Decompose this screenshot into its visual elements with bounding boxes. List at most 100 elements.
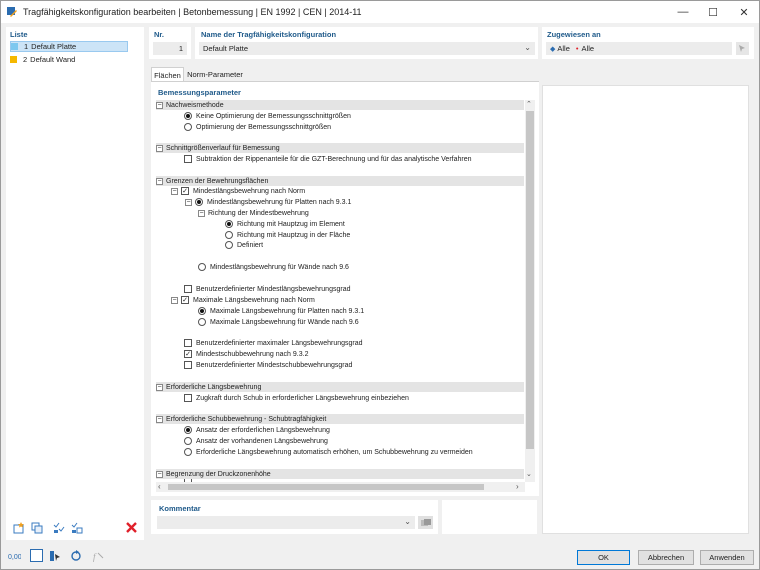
title-bar: Tragfähigkeitskonfiguration bearbeiten |…: [1, 1, 759, 23]
group-label: Erforderliche Schubbewehrung - Schubtrag…: [166, 415, 327, 423]
radio-ansatz-erforderlich[interactable]: Ansatz der erforderlichen Längsbewehrung: [184, 425, 330, 435]
assign-label: Zugewiesen an: [547, 30, 601, 39]
option-label: Erforderliche Längsbewehrung automatisch…: [196, 448, 473, 456]
option-label: Maximale Längsbewehrung für Platten nach…: [210, 307, 365, 315]
refresh-icon[interactable]: [69, 549, 82, 562]
option-label: Mindestschubbewehrung nach 9.3.2: [196, 350, 309, 358]
delete-icon[interactable]: [125, 521, 138, 534]
scroll-right-icon[interactable]: ›: [516, 482, 519, 491]
radio-mindest-waende[interactable]: Mindestlängsbewehrung für Wände nach 9.6: [198, 262, 349, 272]
scroll-left-icon[interactable]: ‹: [158, 482, 161, 491]
checkbox-mindestlaengsbewehrung[interactable]: − ✓ Mindestlängsbewehrung nach Norm: [171, 186, 305, 196]
params-header: Bemessungsparameter: [158, 88, 241, 97]
group-label: Begrenzung der Druckzonenhöhe: [166, 470, 271, 478]
collapse-icon[interactable]: −: [171, 296, 178, 304]
view-icon[interactable]: [30, 549, 43, 562]
checkbox-mindestschub[interactable]: ✓ Mindestschubbewehrung nach 9.3.2: [184, 349, 308, 359]
group-erforderliche-laengs[interactable]: − Erforderliche Längsbewehrung: [156, 382, 524, 392]
apply-button[interactable]: Anwenden: [700, 550, 754, 565]
radio-automatisch-erhoehen[interactable]: Erforderliche Längsbewehrung automatisch…: [184, 447, 524, 457]
group-grenzen-bewehrung[interactable]: − Grenzen der Bewehrungsflächen: [156, 176, 524, 186]
collapse-icon[interactable]: −: [156, 470, 163, 478]
name-value: Default Platte: [203, 44, 249, 53]
scroll-thumb[interactable]: [168, 484, 484, 490]
collapse-icon[interactable]: −: [171, 187, 178, 195]
checkbox-benutzer-schub[interactable]: Benutzerdefinierter Mindestschubbewehrun…: [184, 360, 352, 370]
collapse-icon[interactable]: −: [156, 415, 163, 423]
new-item-icon[interactable]: [12, 521, 25, 534]
comment-field[interactable]: ⌄: [157, 516, 415, 529]
point-icon: •: [575, 44, 579, 53]
radio-keine-optimierung[interactable]: Keine Optimierung der Bemessungsschnittg…: [184, 111, 351, 121]
radio-ansatz-vorhanden[interactable]: Ansatz der vorhandenen Längsbewehrung: [184, 436, 328, 446]
radio-max-platten[interactable]: Maximale Längsbewehrung für Platten nach…: [198, 306, 364, 316]
radio-definiert[interactable]: Definiert: [225, 240, 263, 250]
option-label: Mindestlängsbewehrung nach Norm: [193, 187, 306, 195]
uncheck-list-icon[interactable]: [70, 521, 83, 534]
assign-field[interactable]: ◆ Alle • Alle: [546, 42, 732, 55]
preview-panel: [542, 85, 749, 534]
option-label: Benutzerdefinierter maximaler Längsbeweh…: [196, 339, 363, 347]
units-icon[interactable]: 0,00: [8, 549, 21, 562]
select-objects-icon[interactable]: [736, 42, 749, 55]
group-erforderliche-schub[interactable]: − Erforderliche Schubbewehrung - Schubtra…: [156, 414, 524, 424]
subgroup-richtung[interactable]: − Richtung der Mindestbewehrung: [198, 208, 309, 218]
assign-panel: Zugewiesen an ◆ Alle • Alle: [542, 27, 754, 59]
name-field[interactable]: Default Platte ⌄: [199, 42, 535, 55]
dialog-window: Tragfähigkeitskonfiguration bearbeiten |…: [0, 0, 760, 570]
radio-richtung-element[interactable]: Richtung mit Hauptzug im Element: [225, 219, 345, 229]
group-schnittgroessenverlauf[interactable]: − Schnittgrößenverlauf für Bemessung: [156, 143, 524, 153]
function-icon[interactable]: f: [91, 549, 104, 562]
checkbox-zugkraft[interactable]: Zugkraft durch Schub in erforderlicher L…: [184, 393, 409, 403]
vertical-scrollbar[interactable]: ⌃ ⌄: [525, 100, 535, 482]
group-label: Schnittgrößenverlauf für Bemessung: [166, 144, 280, 152]
option-label: Maximale Längsbewehrung nach Norm: [193, 296, 315, 304]
ok-button[interactable]: OK: [577, 550, 630, 565]
tab-norm-parameter[interactable]: Norm-Parameter: [185, 67, 245, 81]
color-swatch: [11, 43, 18, 50]
comment-library-icon[interactable]: [418, 516, 433, 529]
horizontal-scrollbar[interactable]: ‹ ›: [156, 482, 525, 492]
checkbox-rippenanteile[interactable]: Subtraktion der Rippenanteile für die GZ…: [184, 154, 472, 164]
chevron-down-icon[interactable]: ⌄: [524, 43, 531, 52]
svg-text:0,00: 0,00: [8, 554, 21, 561]
list-item-number: 2: [23, 55, 28, 64]
close-window-button[interactable]: ✕: [729, 1, 759, 23]
collapse-icon[interactable]: −: [198, 209, 205, 217]
option-label: Keine Optimierung der Bemessungsschnittg…: [196, 112, 351, 120]
scroll-thumb[interactable]: [526, 111, 534, 449]
chevron-down-icon[interactable]: ⌄: [404, 517, 411, 526]
radio-max-waende[interactable]: Maximale Längsbewehrung für Wände nach 9…: [198, 317, 359, 327]
name-label: Name der Tragfähigkeitskonfiguration: [201, 30, 337, 39]
collapse-icon[interactable]: −: [156, 101, 163, 109]
cancel-button[interactable]: Abbrechen: [638, 550, 694, 565]
collapse-icon[interactable]: −: [156, 383, 163, 391]
radio-mindest-platten[interactable]: − Mindestlängsbewehrung für Platten nach …: [185, 197, 351, 207]
scroll-down-icon[interactable]: ⌄: [526, 470, 532, 478]
radio-optimierung[interactable]: Optimierung der Bemessungsschnittgrößen: [184, 122, 331, 132]
nr-field: 1: [153, 42, 187, 55]
list-item-number: 1: [24, 42, 29, 51]
radio-richtung-flaeche[interactable]: Richtung mit Hauptzug in der Fläche: [225, 230, 350, 240]
tab-flaechen[interactable]: Flächen: [151, 67, 184, 82]
comment-label: Kommentar: [159, 504, 201, 513]
collapse-icon[interactable]: −: [156, 177, 163, 185]
copy-item-icon[interactable]: [30, 521, 43, 534]
list-panel: Liste 1 Default Platte 2 Default Wand: [6, 27, 144, 540]
option-label: Mindestlängsbewehrung für Platten nach 9…: [207, 198, 352, 206]
app-icon: [7, 7, 17, 17]
list-item[interactable]: 2 Default Wand: [10, 54, 128, 65]
select-icon[interactable]: [48, 549, 61, 562]
group-nachweismethode[interactable]: − Nachweismethode: [156, 100, 524, 110]
checkbox-maximale-laengs[interactable]: − ✓ Maximale Längsbewehrung nach Norm: [171, 295, 315, 305]
checkbox-benutzer-max[interactable]: Benutzerdefinierter maximaler Längsbeweh…: [184, 338, 363, 348]
group-druckzonenhoehe[interactable]: − Begrenzung der Druckzonenhöhe: [156, 469, 524, 479]
checkbox-benutzer-mindest[interactable]: Benutzerdefinierter Mindestlängsbewehrun…: [184, 284, 350, 294]
scroll-up-icon[interactable]: ⌃: [526, 100, 532, 108]
check-list-icon[interactable]: [52, 521, 65, 534]
list-item[interactable]: 1 Default Platte: [10, 41, 128, 52]
collapse-icon[interactable]: −: [156, 144, 163, 152]
minimize-button[interactable]: —: [668, 1, 698, 23]
collapse-icon[interactable]: −: [185, 198, 192, 206]
maximize-button[interactable]: ☐: [698, 1, 728, 23]
